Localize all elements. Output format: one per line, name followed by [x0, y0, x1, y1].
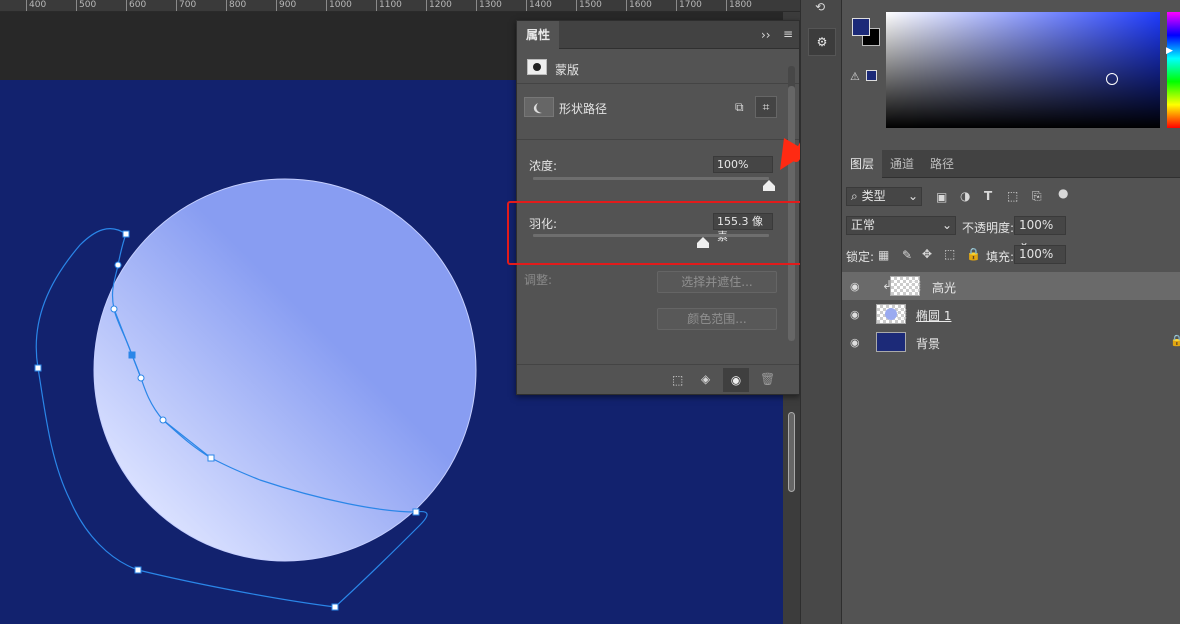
layer-name[interactable]: 椭圆 1	[916, 307, 951, 324]
mask-icon	[527, 59, 547, 75]
ruler-label: 1600	[626, 0, 652, 11]
panel-dock: ⟲ ⚙	[800, 0, 842, 624]
lock-position-icon[interactable]: ✥	[922, 247, 932, 261]
ellipse-shape	[93, 178, 477, 562]
blend-mode-value: 正常	[851, 218, 876, 232]
tab-layers[interactable]: 图层	[842, 150, 883, 178]
chevron-down-icon: ⌄	[907, 189, 918, 203]
layer-row[interactable]: ◉ ⬚ 椭圆 1	[842, 300, 1180, 328]
ruler-label: 1200	[426, 0, 452, 11]
fill-value: 100%	[1019, 247, 1054, 261]
vector-mask-icon: ⬚	[896, 306, 908, 320]
chevron-down-icon: ⌄	[941, 218, 952, 232]
hue-slider-handle-icon[interactable]: ▶	[1166, 46, 1173, 56]
select-and-mask-button[interactable]: 选择并遮住...	[657, 271, 777, 293]
opacity-field[interactable]: 100% ⌄	[1014, 216, 1066, 249]
lock-all-icon[interactable]: 🔒	[966, 247, 981, 261]
fill-field[interactable]: 100% ⌄	[1014, 245, 1066, 278]
filter-kind-value: 类型	[861, 189, 886, 203]
ruler-label: 1500	[576, 0, 602, 11]
search-icon: ⌕	[851, 189, 858, 203]
ruler-label: 700	[176, 0, 196, 11]
fill-label: 填充:	[986, 250, 1015, 264]
tab-properties[interactable]: 属性	[517, 21, 560, 49]
ruler-label: 600	[126, 0, 146, 11]
tab-paths[interactable]: 路径	[922, 150, 962, 178]
opacity-label: 不透明度:	[962, 221, 1015, 235]
collapse-panel-icon[interactable]: ››	[761, 28, 771, 42]
panel-menu-icon[interactable]: ≡	[783, 27, 793, 41]
history-icon[interactable]: ⟲	[815, 0, 825, 14]
layer-name[interactable]: 背景	[916, 335, 940, 352]
ruler-label: 1100	[376, 0, 402, 11]
lock-icon: 🔒	[1170, 334, 1180, 347]
color-picker-cursor[interactable]	[1106, 73, 1118, 85]
color-field[interactable]	[886, 12, 1160, 128]
blend-mode-dropdown[interactable]: 正常 ⌄	[846, 216, 956, 235]
pixel-filter-icon[interactable]: ▣	[936, 190, 947, 204]
adjustment-filter-icon[interactable]: ◑	[960, 189, 970, 203]
type-filter-icon[interactable]: T	[984, 189, 992, 203]
color-range-button[interactable]: 颜色范围...	[657, 308, 777, 330]
ruler-label: 1800	[726, 0, 752, 11]
density-slider[interactable]	[533, 177, 769, 180]
ruler-label: 500	[76, 0, 96, 11]
ruler-label: 900	[276, 0, 296, 11]
layer-row[interactable]: ◉ ↲ ⬚ 高光	[842, 272, 1180, 300]
add-mask-icon[interactable]: ⧉	[735, 100, 744, 115]
lock-transparent-icon[interactable]: ▦	[878, 248, 889, 262]
adjust-label: 调整:	[524, 273, 553, 287]
hue-slider[interactable]	[1167, 12, 1180, 128]
properties-header: 属性 ›› ≡	[517, 21, 799, 49]
layer-thumbnail	[876, 332, 906, 352]
layer-filter-dropdown[interactable]: ⌕ 类型 ⌄	[846, 187, 922, 206]
web-safe-color-swatch[interactable]	[866, 70, 877, 81]
eye-icon[interactable]: ◉	[850, 280, 860, 293]
shape-path-icon[interactable]	[524, 97, 554, 117]
ruler-label: 1300	[476, 0, 502, 11]
ruler-label: 1400	[526, 0, 552, 11]
mask-label: 蒙版	[555, 63, 580, 77]
vector-mask-icon: ⬚	[910, 278, 922, 292]
properties-footer: ⬚ ◈ ◉ 🗑	[517, 364, 799, 394]
apply-mask-icon[interactable]: ◈	[701, 372, 710, 386]
horizontal-ruler: 400 500 600 700 800 900 1000 1100 1200 1300 1400 15…	[0, 0, 800, 12]
eye-icon[interactable]: ◉	[850, 308, 860, 321]
density-slider-handle[interactable]	[763, 180, 775, 191]
opacity-value: 100%	[1019, 218, 1054, 232]
ruler-label: 800	[226, 0, 246, 11]
delete-mask-icon[interactable]: 🗑	[760, 372, 775, 386]
tab-channels[interactable]: 通道	[882, 150, 922, 178]
filter-toggle-icon[interactable]: ●	[1058, 186, 1068, 200]
density-label: 浓度:	[529, 159, 558, 173]
eye-icon[interactable]: ◉	[850, 336, 860, 349]
smart-object-filter-icon[interactable]: ⎘	[1032, 189, 1042, 204]
density-field[interactable]: 100%	[713, 156, 773, 173]
layer-row[interactable]: ◉ 背景 🔒	[842, 328, 1180, 356]
load-selection-icon[interactable]: ⬚	[672, 373, 683, 387]
lock-artboard-icon[interactable]: ⬚	[944, 247, 955, 261]
layers-tabs: 图层 通道 路径	[842, 150, 1180, 178]
foreground-color-swatch[interactable]	[852, 18, 870, 36]
warning-icon[interactable]: ⚠	[850, 70, 860, 83]
scroll-thumb[interactable]	[788, 412, 795, 492]
lock-label: 锁定:	[846, 250, 875, 264]
ruler-label: 400	[26, 0, 46, 11]
ruler-label: 1700	[676, 0, 702, 11]
properties-panel-button[interactable]: ⚙	[808, 28, 836, 56]
shape-filter-icon[interactable]: ⬚	[1007, 189, 1018, 203]
ruler-label: 1000	[326, 0, 352, 11]
feather-highlight-box	[507, 201, 809, 265]
lock-image-icon[interactable]: ✎	[902, 248, 912, 262]
toggle-visibility-icon[interactable]: ◉	[723, 368, 749, 392]
shape-path-label: 形状路径	[559, 102, 608, 116]
layer-name[interactable]: 高光	[932, 279, 956, 296]
